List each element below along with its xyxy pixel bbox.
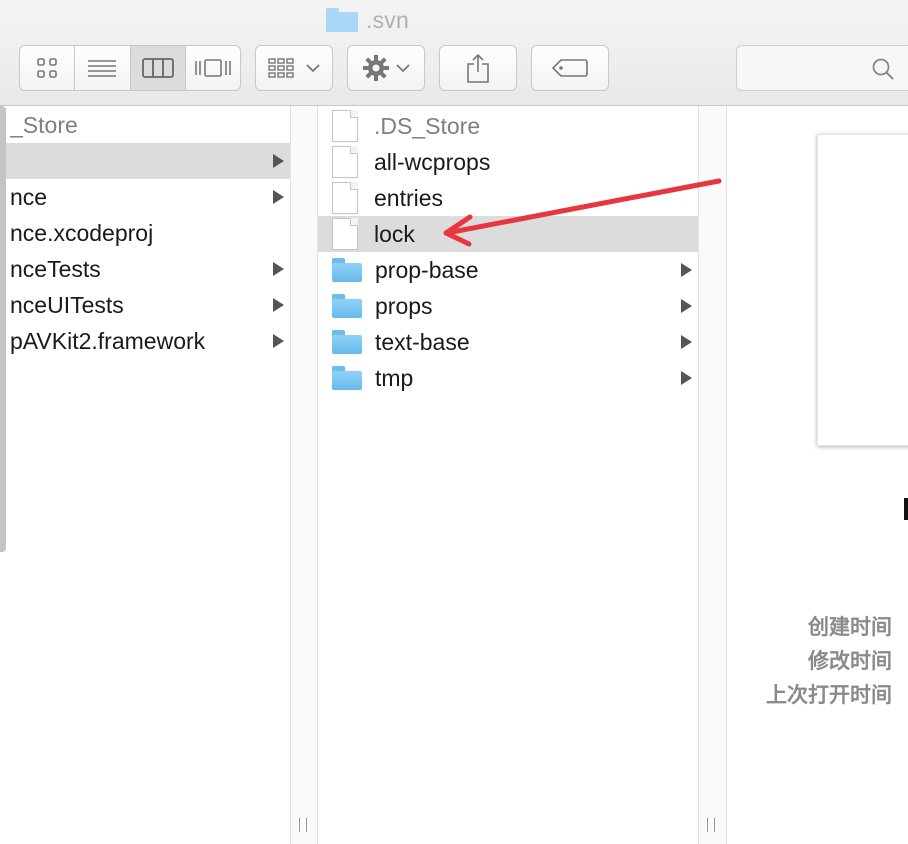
list-item[interactable]: .DS_Store xyxy=(318,108,698,144)
column-view-button[interactable] xyxy=(130,46,186,90)
folder-icon xyxy=(332,258,362,282)
created-label: 创建时间 xyxy=(808,616,892,639)
document-icon xyxy=(332,110,358,142)
list-view-button[interactable] xyxy=(75,46,131,90)
window-title-text: .svn xyxy=(366,6,409,33)
preview-pane: 创建时间 修改时间 上次打开时间 xyxy=(727,106,908,844)
disclosure-arrow-icon xyxy=(681,299,692,313)
icon-view-button[interactable] xyxy=(20,46,76,90)
list-item[interactable]: text-base xyxy=(318,324,698,360)
tag-icon xyxy=(551,59,588,77)
search-icon xyxy=(872,58,894,80)
gear-icon xyxy=(363,55,389,81)
arrange-icon xyxy=(268,58,294,78)
action-button[interactable] xyxy=(347,45,425,91)
disclosure-arrow-icon xyxy=(273,298,284,312)
folder-icon xyxy=(332,294,362,318)
search-input[interactable] xyxy=(747,56,857,82)
list-item[interactable]: prop-base xyxy=(318,252,698,288)
window-title: .svn xyxy=(326,6,409,34)
folder-icon xyxy=(326,8,358,32)
file-preview-thumbnail xyxy=(817,134,908,446)
list-item[interactable]: entries xyxy=(318,180,698,216)
resize-grip-icon[interactable] xyxy=(707,818,715,832)
disclosure-arrow-icon xyxy=(273,334,284,348)
list-item[interactable]: tmp xyxy=(318,360,698,396)
list-item[interactable]: pAVKit2.framework xyxy=(0,323,290,359)
cover-flow-icon xyxy=(195,59,231,77)
chevron-down-icon xyxy=(396,64,410,73)
list-item[interactable]: all-wcprops xyxy=(318,144,698,180)
share-icon xyxy=(467,53,489,83)
disclosure-arrow-icon xyxy=(273,154,284,168)
list-item[interactable]: nceTests xyxy=(0,251,290,287)
list-item[interactable]: nceUITests xyxy=(0,287,290,323)
toolbar: .svn xyxy=(0,0,908,106)
disclosure-arrow-icon xyxy=(681,335,692,349)
folder-icon xyxy=(332,366,362,390)
search-field[interactable] xyxy=(736,45,908,91)
disclosure-arrow-icon xyxy=(273,190,284,204)
disclosure-arrow-icon xyxy=(681,371,692,385)
list-icon xyxy=(88,60,117,77)
column-svn-contents: .DS_Store all-wcprops entries lock prop-… xyxy=(318,106,698,844)
columns-icon xyxy=(141,58,174,78)
chevron-down-icon xyxy=(306,64,320,73)
column-resize-divider[interactable] xyxy=(290,106,318,844)
list-item[interactable]: props xyxy=(318,288,698,324)
list-item-selected[interactable]: lock xyxy=(318,216,698,252)
view-mode-control xyxy=(19,45,241,91)
list-item[interactable]: nce xyxy=(0,179,290,215)
column-resize-divider[interactable] xyxy=(698,106,727,844)
share-button[interactable] xyxy=(439,45,517,91)
column-parent: _Store nce nce.xcodeproj nceTests nceUIT… xyxy=(0,106,290,844)
last-opened-label: 上次打开时间 xyxy=(766,684,892,707)
document-icon xyxy=(332,218,358,250)
scrollbar-thumb[interactable] xyxy=(0,106,6,552)
disclosure-arrow-icon xyxy=(273,262,284,276)
resize-grip-icon[interactable] xyxy=(299,818,307,832)
grid-icon xyxy=(37,58,57,78)
list-item[interactable]: _Store xyxy=(0,107,290,143)
modified-label: 修改时间 xyxy=(808,650,892,673)
folder-icon xyxy=(332,330,362,354)
preview-title-fragment xyxy=(904,498,908,520)
tags-button[interactable] xyxy=(531,45,609,91)
list-item-selected[interactable] xyxy=(0,143,290,179)
arrange-button[interactable] xyxy=(255,45,333,91)
cover-flow-button[interactable] xyxy=(186,46,240,90)
disclosure-arrow-icon xyxy=(681,263,692,277)
document-icon xyxy=(332,182,358,214)
document-icon xyxy=(332,146,358,178)
list-item[interactable]: nce.xcodeproj xyxy=(0,215,290,251)
